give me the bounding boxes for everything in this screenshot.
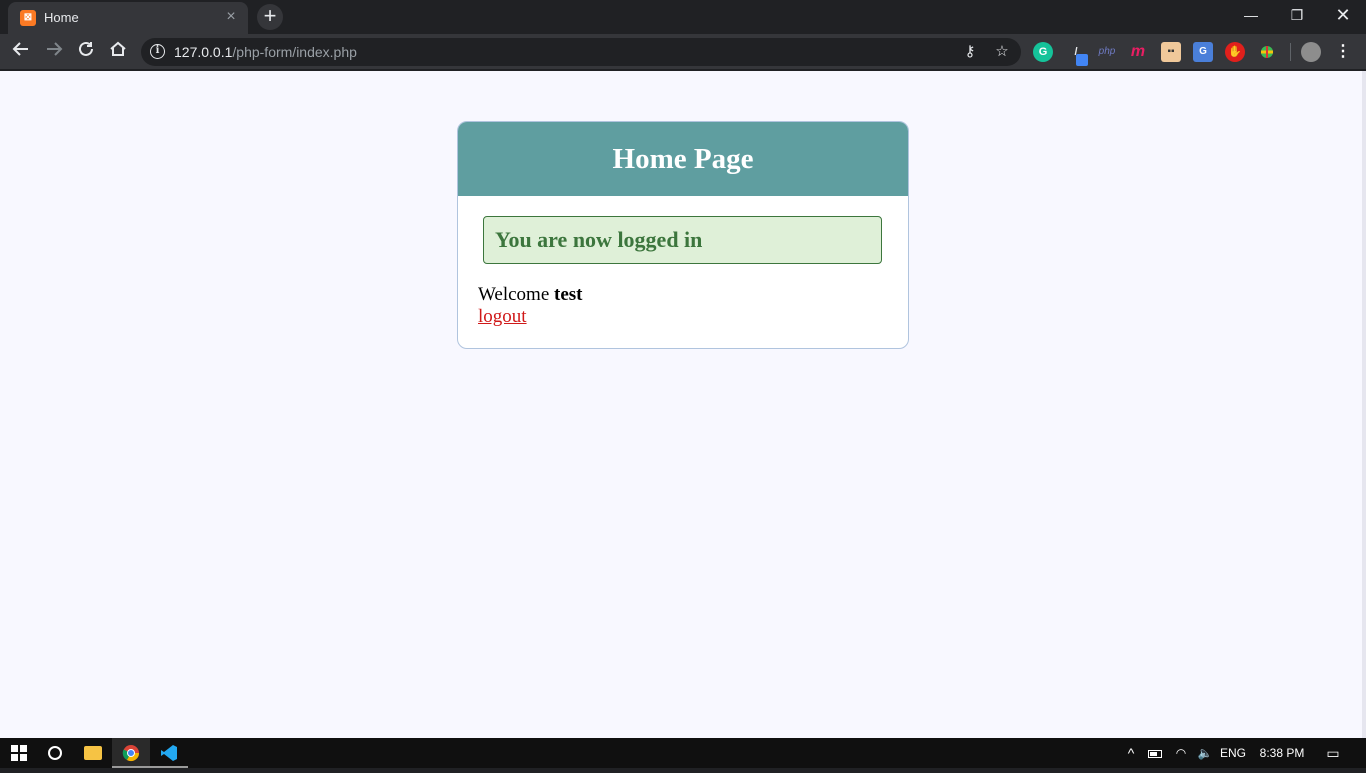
card-header: Home Page [458,122,908,196]
pen-icon[interactable]: / [1066,42,1088,66]
chrome-icon [122,745,140,762]
home-button[interactable] [105,39,131,65]
restore-button[interactable]: ❐ [1274,0,1320,30]
profile-avatar[interactable] [1301,42,1321,62]
volume-icon[interactable]: 🔈 [1194,738,1216,768]
minimize-button[interactable]: — [1228,0,1274,30]
url-text[interactable]: 127.0.0.1/php-form/index.php [174,44,357,60]
forward-arrow-icon [47,42,63,56]
wifi-icon[interactable]: ◠ [1170,738,1192,768]
start-button[interactable] [0,738,38,768]
m-icon[interactable]: m [1128,42,1148,62]
back-arrow-icon [12,42,28,56]
cortana-circle-icon [48,745,62,760]
vscode-icon [161,745,177,761]
success-alert: You are now logged in [483,216,882,264]
close-window-button[interactable]: ✕ [1320,0,1366,30]
bookmark-star-icon[interactable]: ☆ [993,43,1011,61]
page-scrollbar[interactable] [1362,71,1366,738]
success-message: You are now logged in [495,227,703,252]
home-card: Home Page You are now logged in Welcome … [457,121,909,349]
php-icon[interactable]: php [1097,42,1117,62]
reload-icon [79,41,93,56]
action-center-icon[interactable]: ▭ [1320,738,1346,768]
windows-logo-icon [11,745,27,761]
url-host: 127.0.0.1 [174,44,233,60]
vscode-taskbar-button[interactable] [150,738,188,768]
windows-taskbar: ^ ◠ 🔈 ENG 8:38 PM ▭ [0,738,1366,768]
browser-tab[interactable]: ⊠ Home × [8,2,248,34]
battery-icon[interactable] [1144,738,1166,768]
chrome-taskbar-button[interactable] [112,738,150,768]
close-tab-icon[interactable]: × [222,8,240,26]
xampp-favicon-icon: ⊠ [20,10,36,26]
show-hidden-icons-chevron-icon[interactable]: ^ [1122,738,1140,768]
home-icon [110,41,126,56]
page-viewport: Home Page You are now logged in Welcome … [0,71,1366,738]
search-button[interactable] [36,738,74,768]
site-info-icon[interactable]: i [150,44,165,59]
forward-button[interactable] [41,39,67,65]
browser-toolbar: i 127.0.0.1/php-form/index.php ⚷ ☆ G / p… [0,34,1366,70]
welcome-text: Welcome test [478,284,583,306]
address-bar[interactable]: i 127.0.0.1/php-form/index.php ⚷ ☆ [141,38,1021,66]
new-tab-button[interactable]: + [257,4,283,30]
welcome-prefix: Welcome [478,284,550,305]
toolbar-divider [1290,43,1291,61]
url-path: /php-form/index.php [232,44,357,60]
file-explorer-button[interactable] [74,738,112,768]
tab-strip: ⊠ Home × + — ❐ ✕ [0,0,1366,34]
face-icon[interactable]: ▪▪ [1161,42,1181,62]
grammarly-icon[interactable]: G [1033,42,1053,62]
back-button[interactable] [8,39,34,65]
key-icon[interactable]: ⚷ [961,43,979,61]
menu-dots-icon[interactable]: ⋮ [1333,42,1353,62]
page-title: Home Page [612,143,754,175]
reload-button[interactable] [73,39,99,65]
adblock-icon[interactable]: ✋ [1225,42,1245,62]
username: test [554,284,583,305]
folder-icon [84,745,102,760]
globe-icon[interactable] [1257,42,1277,62]
clock-time[interactable]: 8:38 PM [1254,738,1310,768]
translate-icon[interactable]: G [1193,42,1213,62]
language-indicator[interactable]: ENG [1218,738,1248,768]
tab-title: Home [44,10,79,25]
logout-link[interactable]: logout [478,306,527,328]
